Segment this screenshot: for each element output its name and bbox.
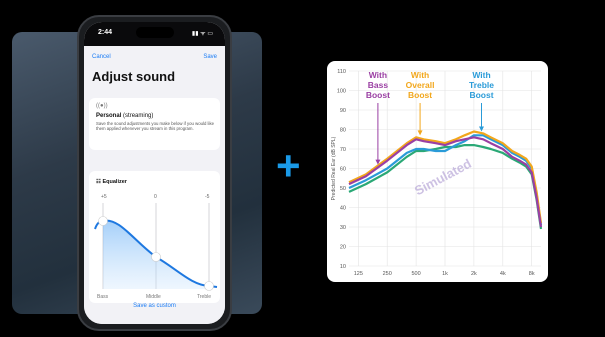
x-tick-label: 1k (442, 271, 448, 277)
annotation-arrowhead (479, 126, 485, 132)
middle-slider-knob[interactable] (151, 252, 161, 262)
plus-sign: + (276, 142, 301, 189)
y-tick-label: 10 (340, 264, 346, 270)
y-tick-label: 110 (337, 69, 346, 75)
personal-heading: Personal (streaming) (96, 113, 153, 119)
annotation-label: Boost (408, 90, 432, 100)
band-label-treble: Treble (197, 294, 211, 300)
annotation-label: Boost (366, 90, 390, 100)
y-tick-label: 50 (340, 186, 346, 192)
equalizer-heading: ☷ Equalizer (96, 179, 127, 185)
treble-slider-knob[interactable] (204, 281, 214, 291)
bass-slider-knob[interactable] (98, 216, 108, 226)
y-tick-label: 80 (340, 128, 346, 134)
chart-card: 10 20 30 40 50 60 70 80 90 100 110 125 250 500 1k 2k 4k 8… (327, 61, 548, 282)
band-label-bass: Bass (97, 294, 109, 300)
x-tick-label: 500 (412, 271, 421, 277)
equalizer-curve (94, 203, 218, 291)
y-tick-label: 70 (340, 147, 346, 153)
annotation-label: Treble (469, 80, 494, 90)
adjust-sound-sheet: Cancel Save Adjust sound ((●)) Personal … (84, 48, 225, 324)
status-time: 2:44 (98, 29, 113, 36)
band-label-middle: Middle (146, 294, 161, 300)
y-tick-label: 100 (337, 89, 346, 95)
y-tick-label: 60 (340, 167, 346, 173)
x-tick-label: 125 (354, 271, 363, 277)
save-button[interactable]: Save (203, 54, 217, 60)
x-tick-label: 2k (471, 271, 477, 277)
equalizer-card: ☷ Equalizer +5 0 -5 Bass Middle Treble (89, 171, 220, 303)
watermark: Simulated (412, 156, 474, 198)
personal-subtitle: (streaming) (123, 113, 154, 119)
annotation-label: Overall (406, 80, 435, 90)
status-icons: ▮▮ ᯤ ▭ (191, 31, 213, 37)
personal-streaming-card[interactable]: ((●)) Personal (streaming) Save the soun… (89, 98, 220, 150)
annotation-label: With (472, 70, 490, 80)
personal-title: Personal (96, 113, 122, 119)
status-bar: 2:44 ▮▮ ᯤ ▭ (84, 22, 225, 46)
phone-frame: 2:44 ▮▮ ᯤ ▭ Cancel Save Adjust sound ((●… (77, 15, 232, 331)
page-title: Adjust sound (92, 69, 176, 84)
sound-wave-icon: ((●)) (96, 103, 108, 109)
annotation-label: Boost (469, 90, 493, 100)
phone-screen: 2:44 ▮▮ ᯤ ▭ Cancel Save Adjust sound ((●… (84, 22, 225, 324)
annotation-label: With (369, 70, 387, 80)
y-axis-label: Predicted Real Ear (dB SPL) (331, 136, 337, 200)
equalizer-title: Equalizer (102, 179, 127, 185)
frequency-response-chart: 10 20 30 40 50 60 70 80 90 100 110 125 250 500 1k 2k 4k 8… (331, 69, 543, 277)
x-tick-label: 8k (529, 271, 535, 277)
save-as-custom-button[interactable]: Save as custom (84, 303, 225, 309)
personal-description: Save the sound adjustments you make belo… (96, 121, 214, 132)
y-tick-label: 90 (340, 108, 346, 114)
cancel-button[interactable]: Cancel (92, 54, 111, 60)
annotation-label: With (411, 70, 429, 80)
y-tick-label: 30 (340, 225, 346, 231)
dynamic-island (136, 27, 174, 38)
annotation-label: Bass (368, 80, 389, 90)
x-tick-label: 250 (383, 271, 392, 277)
x-tick-label: 4k (500, 271, 506, 277)
y-tick-label: 40 (340, 206, 346, 212)
y-tick-label: 20 (340, 245, 346, 251)
annotation-arrowhead (417, 130, 423, 136)
